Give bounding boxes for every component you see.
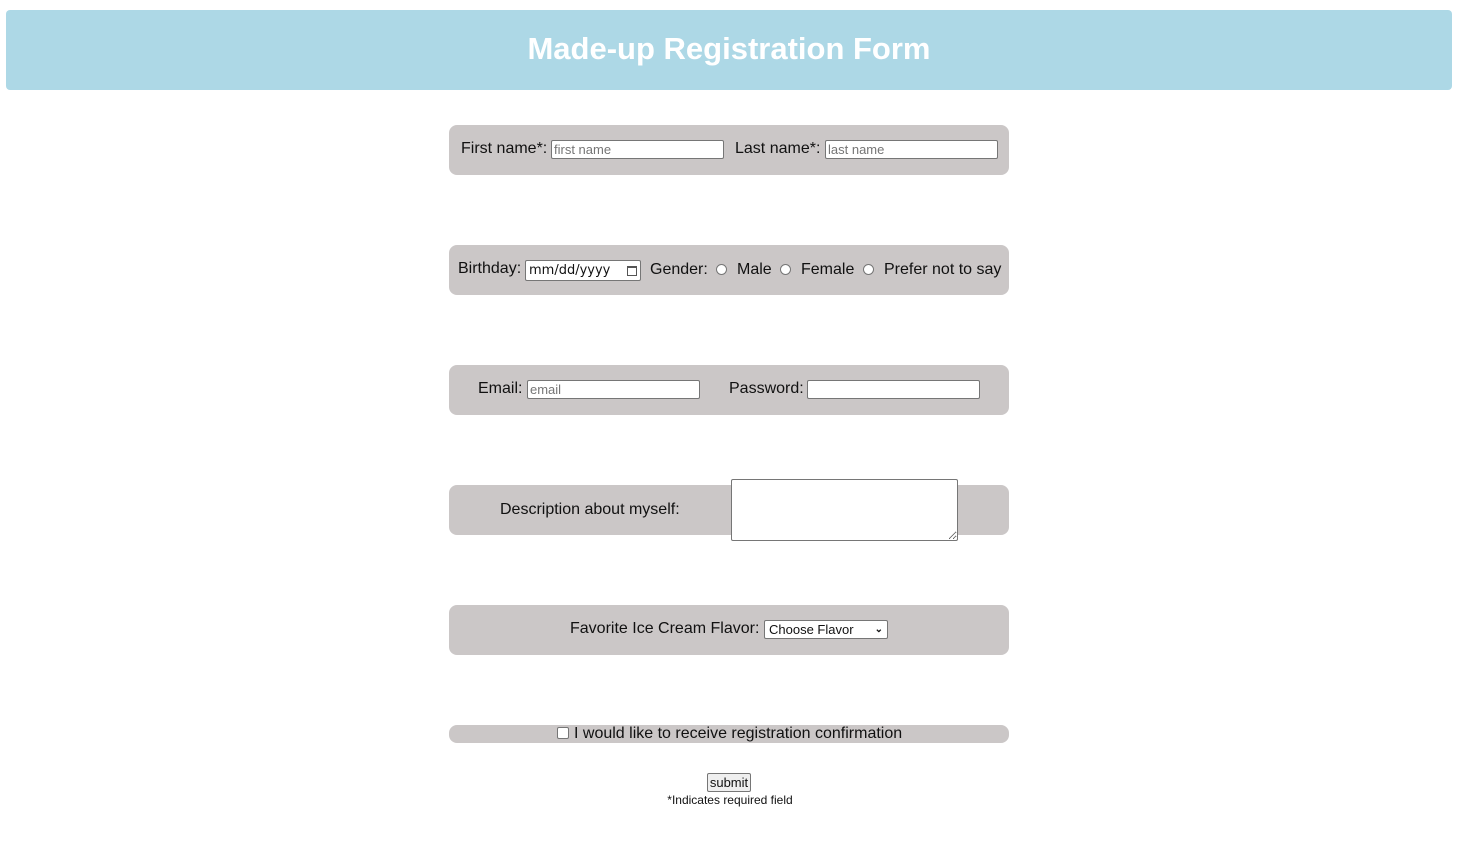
birthday-label: Birthday:	[458, 260, 522, 277]
birthday-placeholder: mm/dd/yyyy	[529, 263, 611, 278]
gender-female-radio[interactable]	[780, 264, 791, 275]
first-name-label: First name*:	[461, 140, 548, 157]
gender-label: Gender:	[650, 261, 708, 278]
last-name-input[interactable]	[825, 140, 998, 159]
flavor-select[interactable]: Choose Flavor ⌄	[764, 620, 888, 639]
description-textarea[interactable]	[731, 479, 958, 541]
page-header: Made-up Registration Form	[6, 10, 1452, 90]
gender-prefer-not-label: Prefer not to say	[884, 261, 1002, 278]
flavor-selected: Choose Flavor	[769, 622, 854, 637]
page-title: Made-up Registration Form	[527, 31, 931, 66]
confirmation-checkbox[interactable]	[557, 727, 569, 739]
gender-male-radio[interactable]	[716, 264, 727, 275]
gender-prefer-not-radio[interactable]	[863, 264, 874, 275]
last-name-label: Last name*:	[735, 140, 821, 157]
flavor-label: Favorite Ice Cream Flavor:	[570, 620, 760, 637]
submit-button[interactable]: submit	[707, 773, 751, 792]
gender-male-label: Male	[737, 261, 772, 278]
confirmation-label: I would like to receive registration con…	[574, 725, 903, 742]
description-label: Description about myself:	[500, 501, 680, 518]
password-label: Password:	[729, 380, 804, 397]
birthday-input[interactable]: mm/dd/yyyy	[525, 260, 641, 281]
chevron-down-icon: ⌄	[874, 624, 883, 635]
password-input[interactable]	[807, 380, 980, 399]
email-input[interactable]	[527, 380, 700, 399]
first-name-input[interactable]	[551, 140, 724, 159]
calendar-icon[interactable]	[627, 265, 637, 276]
required-note: *Indicates required field	[667, 793, 793, 807]
gender-female-label: Female	[801, 261, 855, 278]
email-label: Email:	[478, 380, 523, 397]
